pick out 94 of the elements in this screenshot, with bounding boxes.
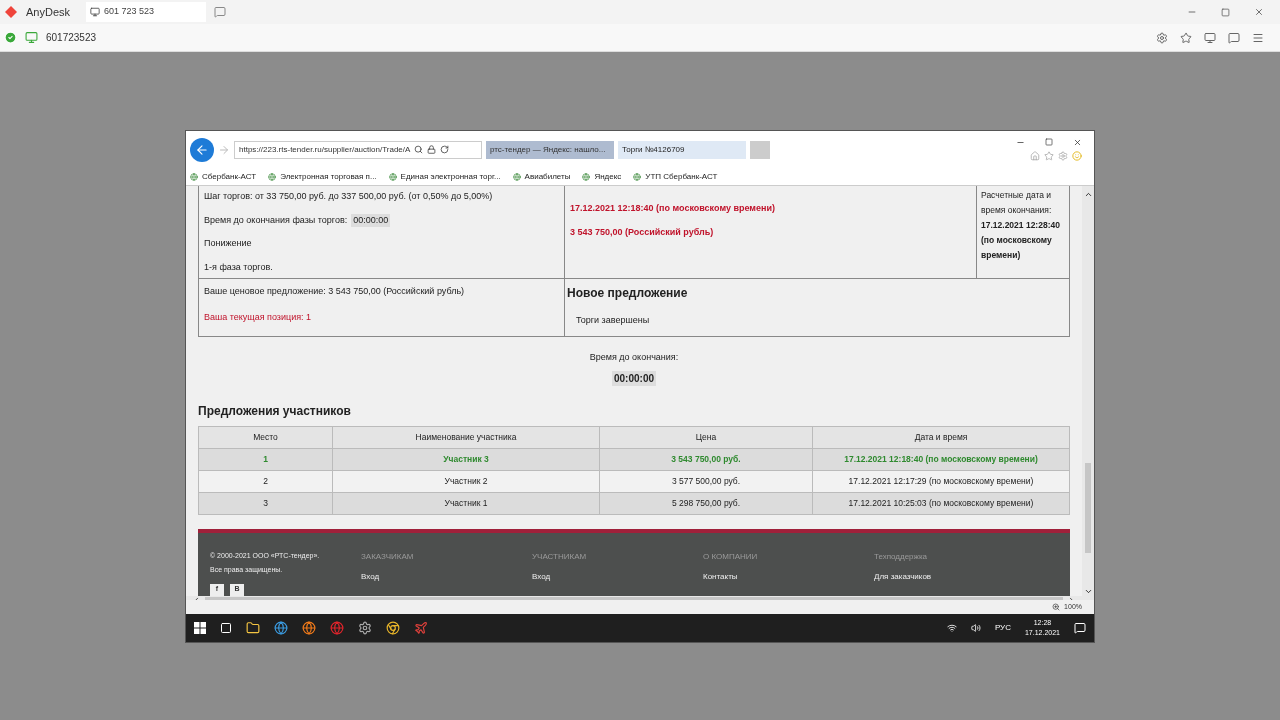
vertical-scrollbar[interactable]	[1082, 186, 1094, 600]
monitor-icon	[90, 7, 101, 17]
app-icon[interactable]	[414, 621, 428, 635]
offers-heading: Предложения участников	[198, 402, 352, 420]
network-icon[interactable]	[946, 623, 957, 633]
footer-heading: ЗАКАЗЧИКАМ	[361, 550, 415, 563]
table-cell: 3 577 500,00 руб.	[599, 470, 813, 492]
table-cell: 17.12.2021 12:18:40 (по московскому времени)	[812, 448, 1070, 470]
table-cell: 17.12.2021 10:25:03 (по московскому времени)	[812, 492, 1070, 514]
folder-icon[interactable]	[246, 621, 260, 635]
table-cell: Участник 1	[332, 492, 600, 514]
favorite-link[interactable]: УТП Сбербанк-АСТ	[633, 170, 718, 183]
back-button[interactable]	[190, 137, 214, 162]
globe-icon	[633, 172, 642, 181]
your-offer-text: Ваше ценовое предложение: 3 543 750,00 (Российский рубль)	[204, 285, 466, 298]
volume-icon[interactable]	[970, 623, 981, 633]
globe-icon	[268, 172, 277, 181]
end-time-value: 17.12.2021 12:28:40 (по московскому времени)	[981, 220, 1060, 260]
footer-heading: О КОМПАНИИ	[703, 550, 759, 563]
browser-tab[interactable]: Торги №4126709	[618, 140, 746, 159]
globe-icon	[582, 172, 591, 181]
footer-heading: УЧАСТНИКАМ	[532, 550, 588, 563]
auction-status-text: Торги завершены	[575, 314, 651, 327]
maximize-icon[interactable]	[1221, 7, 1230, 17]
lock-icon	[427, 145, 437, 154]
search-icon[interactable]	[414, 145, 424, 154]
zoom-icon	[1052, 603, 1061, 611]
best-offer-price: 3 543 750,00 (Российский рубль)	[570, 225, 715, 239]
star-icon[interactable]	[1044, 151, 1054, 161]
your-position-text: Ваша текущая позиция: 1	[204, 310, 313, 324]
table-cell: 1	[198, 448, 333, 470]
auction-type-text: Понижение	[204, 237, 253, 250]
refresh-icon[interactable]	[440, 145, 450, 154]
footer-link[interactable]: Вход	[532, 570, 703, 583]
favorite-link[interactable]: Яндекс	[582, 170, 622, 183]
display-icon[interactable]	[1204, 31, 1216, 44]
browser-icon[interactable]	[386, 621, 400, 635]
column-header: Дата и время	[812, 426, 1070, 448]
table-cell: 5 298 750,00 руб.	[599, 492, 813, 514]
app-name: AnyDesk	[26, 4, 71, 20]
scroll-down-icon[interactable]	[1083, 587, 1093, 596]
settings-icon[interactable]	[1156, 31, 1168, 44]
tool-icon[interactable]	[358, 621, 372, 635]
table-cell: 2	[198, 470, 333, 492]
task-view-icon[interactable]	[220, 622, 232, 634]
url-text: https://223.rts-tender.ru/supplier/auction/Trade/A	[239, 143, 411, 156]
remote-address: 601723523	[46, 31, 97, 45]
anydesk-logo-icon	[4, 5, 18, 19]
favorite-link[interactable]: Электронная торговая п...	[268, 170, 377, 183]
table-cell: Участник 3	[332, 448, 600, 470]
table-cell: Участник 2	[332, 470, 600, 492]
address-bar[interactable]: https://223.rts-tender.ru/supplier/auction/Trade/A	[234, 140, 482, 159]
column-header: Цена	[599, 426, 813, 448]
footer-link[interactable]: Для заказчиков	[874, 570, 1045, 583]
column-header: Наименование участника	[332, 426, 600, 448]
close-icon[interactable]	[1254, 7, 1264, 17]
new-offer-heading: Новое предложение	[567, 285, 689, 302]
phase-timer: 00:00:00	[351, 213, 391, 227]
maximize-icon[interactable]	[1045, 138, 1053, 146]
bid-step-text: Шаг торгов: от 33 750,00 руб. до 337 500,00 руб. (от 0,50% до 5,00%)	[204, 190, 494, 203]
browser-icon[interactable]	[274, 621, 288, 635]
footer-heading: Техподдержка	[874, 550, 929, 563]
table-cell: 3	[198, 492, 333, 514]
globe-icon	[512, 172, 521, 181]
browser-icon[interactable]	[302, 621, 316, 635]
start-icon[interactable]	[194, 622, 206, 634]
phase-text: 1-я фаза торгов.	[204, 260, 274, 274]
notifications-icon[interactable]	[1074, 622, 1086, 634]
chat-icon[interactable]	[1228, 31, 1240, 44]
phase-time-label: Время до окончания фазы торгов:	[204, 213, 348, 227]
session-tab[interactable]: 601 723 523	[86, 2, 207, 22]
star-icon[interactable]	[1180, 31, 1192, 44]
connected-icon	[4, 31, 17, 44]
table-cell: 17.12.2021 12:17:29 (по московскому времени)	[812, 470, 1070, 492]
browser-tab[interactable]: ртс-тендер — Яндекс: нашло...	[486, 140, 614, 159]
footer-link[interactable]: Контакты	[703, 570, 874, 583]
scroll-up-icon[interactable]	[1083, 190, 1093, 199]
scroll-thumb[interactable]	[1085, 463, 1091, 553]
monitor-icon	[25, 31, 38, 44]
globe-icon	[388, 172, 397, 181]
time-left-label: Время до окончания:	[589, 351, 679, 364]
end-time-label: Расчетные дата и время окончания:	[981, 190, 1052, 215]
countdown-timer: 00:00:00	[612, 370, 656, 386]
input-language[interactable]: РУС	[994, 622, 1011, 634]
globe-icon	[190, 172, 198, 181]
favorite-link[interactable]: Авиабилеты	[512, 170, 571, 183]
footer-link[interactable]: Вход	[361, 570, 532, 583]
favorite-link[interactable]: Сбербанк-АСТ	[190, 170, 257, 183]
close-icon[interactable]	[1073, 138, 1082, 147]
favorite-link[interactable]: Единая электронная торг...	[388, 170, 501, 183]
best-offer-time: 17.12.2021 12:18:40 (по московскому времени)	[570, 202, 776, 215]
table-cell: 3 543 750,00 руб.	[599, 448, 813, 470]
menu-icon[interactable]	[1252, 31, 1264, 44]
column-header: Место	[198, 426, 333, 448]
